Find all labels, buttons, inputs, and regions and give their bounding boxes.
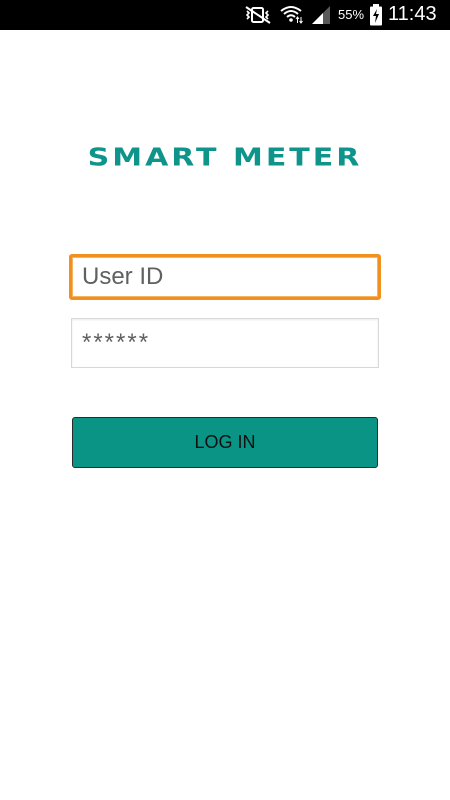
battery-percent: 55% (338, 7, 365, 22)
status-bar: 55% 11:43 (0, 0, 450, 30)
battery-charging-icon (369, 4, 383, 31)
mute-vibrate-icon (243, 5, 273, 30)
user-id-input[interactable] (69, 254, 381, 300)
login-button[interactable]: LOG IN (72, 417, 378, 468)
status-clock: 11:43 (388, 3, 437, 25)
login-screen: 55% 11:43 SMART METER LOG IN (0, 0, 450, 800)
signal-icon (310, 5, 332, 30)
password-input[interactable] (71, 318, 379, 368)
app-logo: SMART METER (87, 143, 363, 172)
wifi-icon (279, 3, 303, 30)
